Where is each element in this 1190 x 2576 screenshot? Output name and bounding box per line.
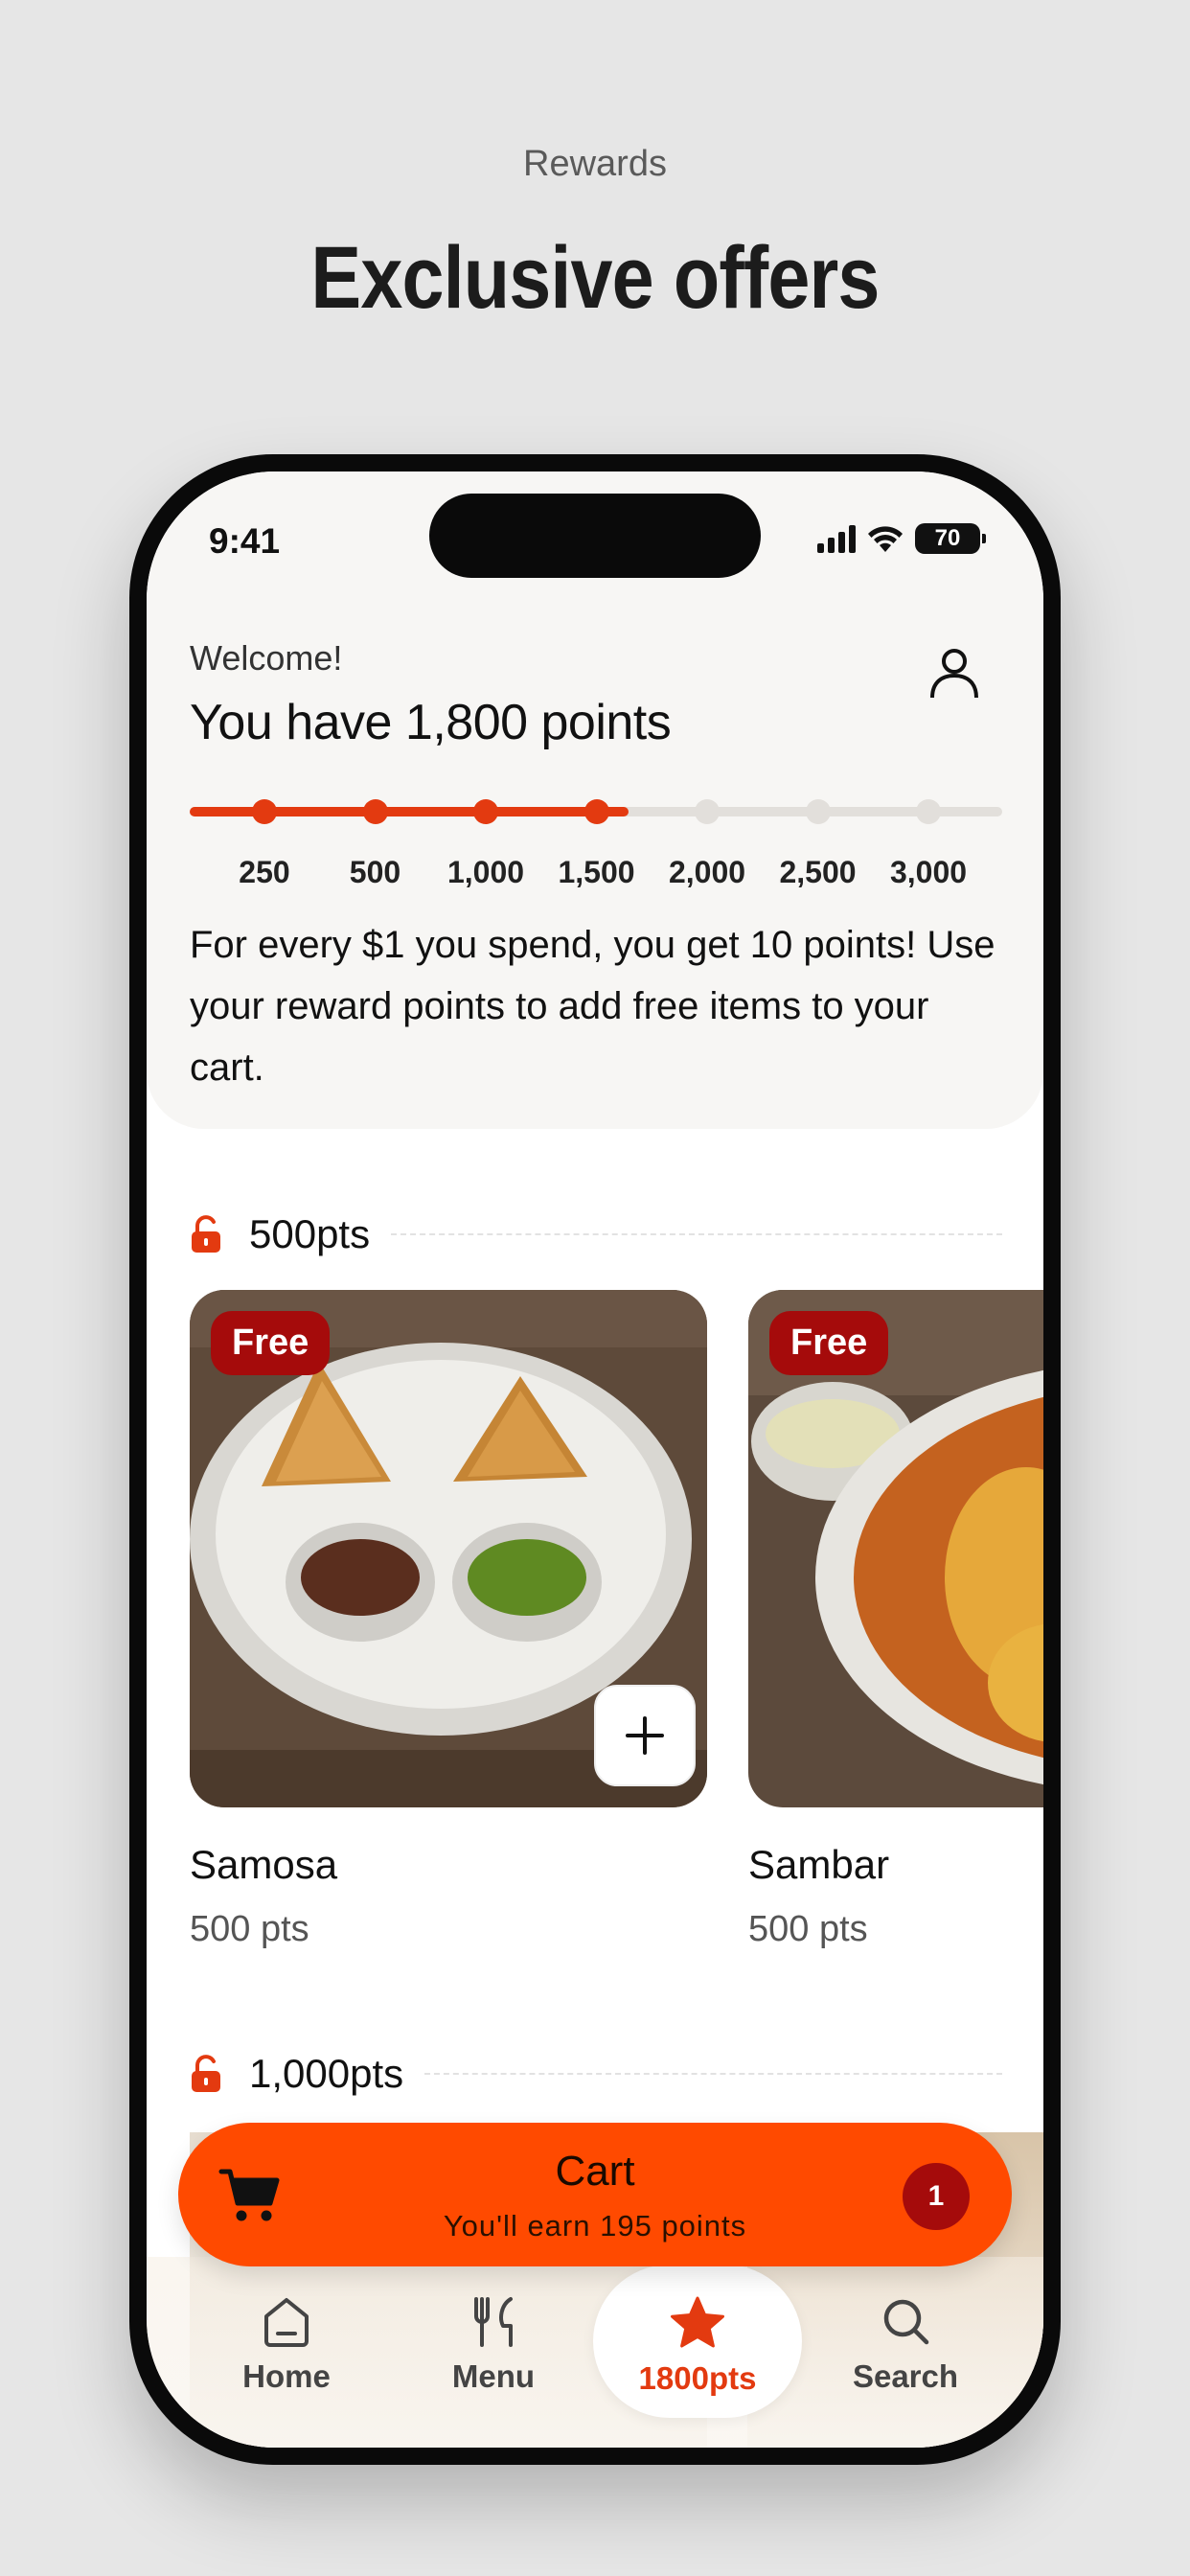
star-icon xyxy=(671,2296,724,2348)
welcome-text: Welcome! xyxy=(190,638,343,678)
page-eyebrow: Rewards xyxy=(523,144,667,184)
progress-milestone-label: 3,000 xyxy=(889,855,968,889)
progress-milestone-dot xyxy=(805,799,831,824)
home-icon xyxy=(264,2298,309,2347)
points-heading: You have 1,800 points xyxy=(190,695,672,750)
tier-header-500: 500pts xyxy=(190,1211,1002,1257)
utensils-icon xyxy=(474,2297,513,2347)
samosa-image[interactable]: Free xyxy=(190,1290,707,1807)
tab-rewards[interactable]: 1800pts xyxy=(593,2265,802,2418)
product-name: Samosa xyxy=(190,1842,338,1887)
product-points: 500 pts xyxy=(190,1909,309,1949)
unlocked-lock-icon xyxy=(192,1215,220,1253)
phone-frame: 9:41 70 Welcome! You have 1,800 points 2… xyxy=(129,454,1061,2465)
progress-milestone-dot xyxy=(362,799,388,824)
cart-title: Cart xyxy=(555,2148,635,2195)
tab-label: Menu xyxy=(451,2358,536,2394)
product-points: 500 pts xyxy=(748,1909,868,1949)
progress-milestone-label: 1,000 xyxy=(446,855,525,889)
progress-milestone-dot xyxy=(584,799,609,824)
tab-menu[interactable]: Menu xyxy=(398,2257,589,2420)
progress-milestone-label: 250 xyxy=(239,855,290,889)
battery-icon: 70 xyxy=(915,523,986,554)
status-icons: 70 xyxy=(817,519,986,558)
wifi-icon xyxy=(868,526,903,552)
tab-bar: Home Menu 1800pts Search xyxy=(147,2257,1043,2448)
progress-milestone-label: 2,000 xyxy=(668,855,746,889)
search-icon xyxy=(883,2299,929,2345)
dynamic-island xyxy=(429,494,761,578)
progress-milestone-label: 1,500 xyxy=(558,855,635,889)
points-progress-bar xyxy=(190,799,1002,824)
cart-earn-points: You'll earn 195 points xyxy=(443,2209,747,2242)
page-title: Exclusive offers xyxy=(310,229,880,327)
add-to-cart-button[interactable] xyxy=(594,1685,696,1786)
tier-label: 500pts xyxy=(249,1211,371,1256)
tab-label: Home xyxy=(242,2358,331,2394)
tab-search[interactable]: Search xyxy=(810,2257,1001,2420)
product-card-samosa[interactable]: Free Samosa 500 pts xyxy=(190,1290,707,1950)
status-time: 9:41 xyxy=(209,521,281,561)
progress-milestone-dot xyxy=(695,799,720,824)
tab-label: Search xyxy=(852,2358,959,2394)
progress-milestone-label: 2,500 xyxy=(779,855,857,889)
tab-home[interactable]: Home xyxy=(191,2257,382,2420)
unlocked-lock-icon xyxy=(192,2055,220,2092)
progress-milestone-dot xyxy=(252,799,277,824)
tier-divider xyxy=(424,2073,1002,2075)
product-card-sambar[interactable]: Free Sambar 500 pts xyxy=(748,1290,1043,1950)
progress-milestone-dot xyxy=(916,799,941,824)
cart-count-badge: 1 xyxy=(903,2163,970,2230)
rewards-info-text: For every $1 you spend, you get 10 point… xyxy=(190,924,995,1089)
free-badge: Free xyxy=(211,1311,331,1375)
tier-label: 1,000pts xyxy=(249,2051,404,2096)
tier-header-1000: 1,000pts xyxy=(190,2051,1002,2097)
progress-milestone-dot xyxy=(473,799,498,824)
tier-divider xyxy=(391,1233,1002,1235)
profile-icon[interactable] xyxy=(925,642,984,702)
cellular-signal-icon xyxy=(817,524,856,553)
plus-icon xyxy=(626,1716,664,1755)
cart-button[interactable]: Cart You'll earn 195 points 1 xyxy=(178,2123,1012,2266)
progress-milestone-label: 500 xyxy=(349,855,401,889)
tab-label: 1800pts xyxy=(638,2360,757,2396)
free-badge: Free xyxy=(769,1311,889,1375)
product-name: Sambar xyxy=(748,1842,890,1887)
phone-screen: 9:41 70 Welcome! You have 1,800 points 2… xyxy=(147,472,1043,2448)
sambar-image[interactable]: Free xyxy=(748,1290,1043,1807)
